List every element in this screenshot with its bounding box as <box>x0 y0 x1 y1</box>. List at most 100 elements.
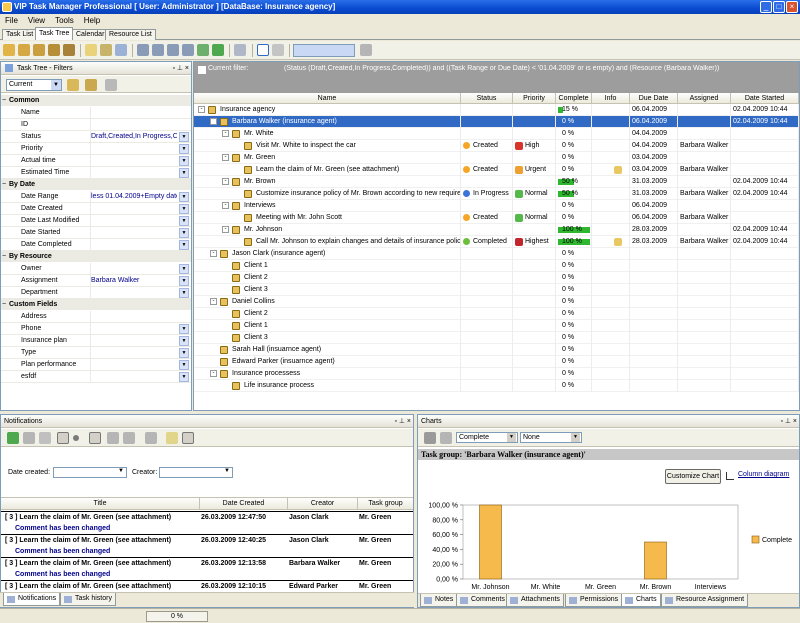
col-due-date[interactable]: Due Date <box>630 93 678 104</box>
options-icon[interactable] <box>89 432 101 444</box>
tab-permissions[interactable]: Permissions <box>565 594 623 607</box>
attachment-icon[interactable] <box>614 166 622 174</box>
task-name-cell[interactable]: Sarah Hall (insuarnce agent) <box>194 344 461 356</box>
task-row[interactable]: - Interviews 0 % 06.04.2009 <box>194 200 799 212</box>
attachment-icon[interactable] <box>614 238 622 246</box>
print-icon[interactable] <box>360 44 372 56</box>
task-name-cell[interactable]: - Insurance agency <box>194 104 461 116</box>
delete-icon[interactable] <box>39 432 51 444</box>
move-up-icon[interactable] <box>152 44 164 56</box>
chevron-down-icon[interactable]: ▼ <box>179 204 189 214</box>
delete-task-icon[interactable] <box>63 44 75 56</box>
new-task-icon[interactable] <box>3 44 15 56</box>
chevron-down-icon[interactable]: ▼ <box>179 132 189 142</box>
filter-row-value[interactable]: Draft,Created,In Progress,Cor <box>91 131 177 143</box>
print-icon[interactable] <box>123 432 135 444</box>
filter-row[interactable]: Owner ▼ <box>1 263 191 275</box>
tree-toggle-icon[interactable]: - <box>198 106 205 113</box>
task-row[interactable]: Client 2 0 % <box>194 272 799 284</box>
chevron-down-icon[interactable]: ▼ <box>179 324 189 334</box>
task-name-cell[interactable]: - Mr. Johnson <box>194 224 461 236</box>
tree-toggle-icon[interactable]: - <box>210 118 217 125</box>
filter-category[interactable]: Common <box>1 95 191 106</box>
chevron-down-icon[interactable]: ▼ <box>179 192 189 202</box>
task-name-cell[interactable]: Call Mr. Johnson to explain changes and … <box>194 236 461 248</box>
menu-view[interactable]: View <box>23 14 50 27</box>
filter-row[interactable]: ID <box>1 119 191 131</box>
col-creator[interactable]: Creator <box>287 498 357 510</box>
tree-toggle-icon[interactable]: - <box>222 202 229 209</box>
task-row[interactable]: - Insurance processess 0 % <box>194 368 799 380</box>
task-name-cell[interactable]: Life insurance process <box>194 380 461 392</box>
task-name-cell[interactable]: - Insurance processess <box>194 368 461 380</box>
pane-controls[interactable]: ▫ ⊥ × <box>780 417 797 426</box>
filter-options-icon[interactable] <box>182 432 194 444</box>
task-name-cell[interactable]: Client 1 <box>194 260 461 272</box>
tab-task-history[interactable]: Task history <box>60 593 116 606</box>
task-name-cell[interactable]: - Jason Clark (insurance agent) <box>194 248 461 260</box>
chart-group-select[interactable]: None ▼ <box>520 432 582 443</box>
tab-calendar[interactable]: Calendar <box>72 29 109 40</box>
task-row[interactable]: - Daniel Collins 0 % <box>194 296 799 308</box>
chevron-down-icon[interactable]: ▼ <box>179 360 189 370</box>
move-down-icon[interactable] <box>167 44 179 56</box>
filter-category[interactable]: By Date <box>1 179 191 190</box>
task-row[interactable]: Call Mr. Johnson to explain changes and … <box>194 236 799 248</box>
filter-row[interactable]: Department ▼ <box>1 287 191 299</box>
creator-select[interactable]: ▼ <box>159 467 233 478</box>
filter-row[interactable]: Phone ▼ <box>1 323 191 335</box>
refresh-icon[interactable] <box>212 44 224 56</box>
tree-toggle-icon[interactable]: - <box>210 250 217 257</box>
chevron-down-icon[interactable]: ▼ <box>179 228 189 238</box>
tab-task-list[interactable]: Task List <box>2 29 38 40</box>
col-assigned[interactable]: Assigned <box>678 93 731 104</box>
filter-category[interactable]: By Resource <box>1 251 191 262</box>
chevron-down-icon[interactable]: ▼ <box>179 216 189 226</box>
pane-pin-icon[interactable]: ▫ ⊥ × <box>172 64 189 73</box>
task-name-cell[interactable]: Learn the claim of Mr. Green (see attach… <box>194 164 461 176</box>
task-row[interactable]: - Insurance agency 15 % 06.04.2009 02.04.200… <box>194 104 799 116</box>
expand-all-icon[interactable] <box>257 44 269 56</box>
new-group-icon[interactable] <box>33 44 45 56</box>
task-row[interactable]: - Mr. Johnson 100 % 28.03.2009 02.04.2009 10… <box>194 224 799 236</box>
clear-filter-icon[interactable] <box>105 79 117 91</box>
filter-select[interactable]: Current ▼ <box>6 79 62 91</box>
task-row[interactable]: Client 3 0 % <box>194 284 799 296</box>
chevron-down-icon[interactable]: ▼ <box>179 144 189 154</box>
columns-icon[interactable] <box>272 44 284 56</box>
col-date-started[interactable]: Date Started <box>731 93 799 104</box>
tab-charts[interactable]: Charts <box>621 594 661 607</box>
task-row[interactable]: - Barbara Walker (insurance agent) 0 % 06.0… <box>194 116 799 128</box>
maximize-icon[interactable]: □ <box>773 1 785 13</box>
export-icon[interactable] <box>107 432 119 444</box>
task-name-cell[interactable]: Client 1 <box>194 320 461 332</box>
chevron-down-icon[interactable]: ▼ <box>179 156 189 166</box>
tab-notes[interactable]: Notes <box>420 594 458 607</box>
col-priority[interactable]: Priority <box>513 93 556 104</box>
chevron-down-icon[interactable]: ▼ <box>179 168 189 178</box>
save-filter-icon[interactable] <box>67 79 79 91</box>
cut-icon[interactable] <box>115 44 127 56</box>
filter-row[interactable]: Name <box>1 107 191 119</box>
menu-help[interactable]: Help <box>79 14 105 27</box>
task-name-cell[interactable]: Customize insurance policy of Mr. Brown … <box>194 188 461 200</box>
columns-icon[interactable] <box>145 432 157 444</box>
col-title[interactable]: Title <box>1 498 199 510</box>
filter-row[interactable]: Insurance plan ▼ <box>1 335 191 347</box>
col-complete[interactable]: Complete <box>556 93 592 104</box>
task-row[interactable]: - Mr. Brown 50 % 31.03.2009 02.04.2009 10:44 <box>194 176 799 188</box>
refresh-icon[interactable] <box>7 432 19 444</box>
filter-category[interactable]: Custom Fields <box>1 299 191 310</box>
filter-icon[interactable] <box>85 44 97 56</box>
filter-row[interactable]: Date Started ▼ <box>1 227 191 239</box>
task-row[interactable]: Client 1 0 % <box>194 260 799 272</box>
indent-icon[interactable] <box>197 44 209 56</box>
tree-toggle-icon[interactable]: - <box>210 370 217 377</box>
pane-controls[interactable]: ▫ ⊥ × <box>394 417 411 426</box>
tree-toggle-icon[interactable]: - <box>222 154 229 161</box>
task-name-cell[interactable]: - Mr. Brown <box>194 176 461 188</box>
task-name-cell[interactable]: Client 3 <box>194 332 461 344</box>
col-status[interactable]: Status <box>461 93 513 104</box>
filter-row[interactable]: Date Created ▼ <box>1 203 191 215</box>
col-task-group[interactable]: Task group <box>357 498 413 510</box>
